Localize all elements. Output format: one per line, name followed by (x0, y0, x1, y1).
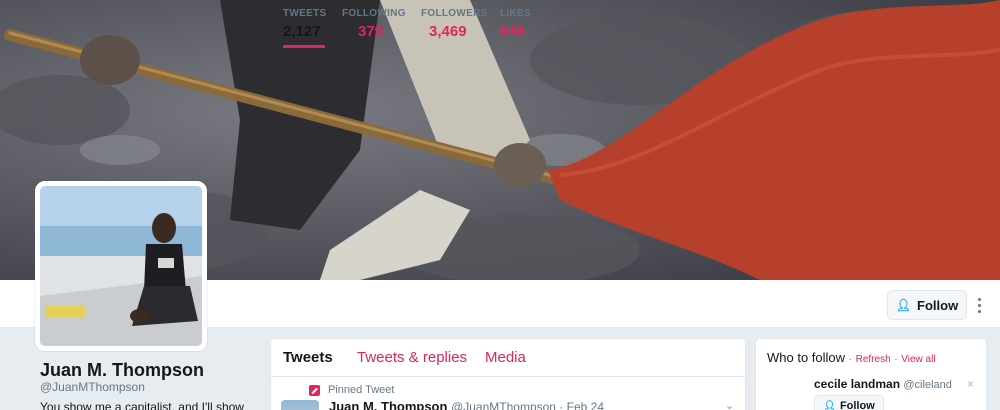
profile-name[interactable]: Juan M. Thompson (40, 360, 204, 381)
who-to-follow-separator-2: · (894, 354, 898, 365)
more-options-icon[interactable] (972, 292, 986, 318)
stat-likes[interactable]: LIKES 648 (500, 8, 531, 48)
stat-tweets-value: 2,127 (283, 23, 321, 40)
follow-person-icon: 👤︎ (823, 400, 836, 410)
tab-tweets-replies[interactable]: Tweets & replies (357, 349, 467, 366)
tab-tweets[interactable]: Tweets (283, 349, 333, 366)
stat-following[interactable]: FOLLOWING 379 (342, 8, 406, 48)
tweet-author-avatar[interactable] (281, 400, 319, 410)
refresh-link[interactable]: Refresh (856, 354, 891, 365)
stat-likes-value: 648 (500, 23, 526, 40)
who-to-follow-separator: · (848, 354, 853, 365)
tweets-tabs: Tweets Tweets & replies Media (271, 339, 745, 377)
follow-button[interactable]: 👤︎ Follow (887, 290, 967, 320)
view-all-link[interactable]: View all (901, 354, 935, 365)
stat-tweets-label: TWEETS (283, 8, 327, 19)
follow-button-label: Follow (917, 297, 959, 313)
tweet-author-handle-date[interactable]: @JuanMThompson · Feb 24 (451, 400, 604, 410)
stat-tweets[interactable]: TWEETS 2,127 (283, 8, 327, 48)
stat-following-label: FOLLOWING (342, 8, 406, 19)
suggestion-name[interactable]: cecile landman (814, 377, 900, 391)
who-to-follow-title: Who to follow (767, 350, 846, 365)
tweets-panel: Tweets Tweets & replies Media Pinned Twe… (270, 338, 746, 410)
pinned-text: Pinned Tweet (328, 384, 395, 396)
suggestion-follow-button[interactable]: 👤︎ Follow (814, 395, 884, 410)
stat-followers[interactable]: FOLLOWERS 3,469 (421, 8, 488, 48)
suggestion-avatar[interactable] (767, 380, 815, 410)
tweet-author-name[interactable]: Juan M. Thompson (329, 399, 447, 410)
chevron-down-icon[interactable]: ⌄ (725, 399, 734, 410)
tab-media[interactable]: Media (485, 349, 526, 366)
suggestion-follow-label: Follow (839, 400, 875, 410)
follow-person-icon: 👤︎ (895, 298, 912, 312)
close-icon[interactable]: × (967, 377, 974, 391)
who-to-follow-header: Who to follow · Refresh · View all (767, 350, 936, 365)
stat-following-value: 379 (358, 23, 384, 40)
profile-avatar[interactable] (35, 181, 207, 351)
suggestion-handle[interactable]: @cileland (903, 379, 951, 391)
profile-bio: You show me a capitalist, and I'll show (40, 400, 244, 410)
stat-followers-label: FOLLOWERS (421, 8, 488, 19)
tweet-header: Juan M. Thompson @JuanMThompson · Feb 24 (329, 399, 604, 410)
pin-icon (309, 384, 320, 396)
stat-likes-label: LIKES (500, 8, 531, 19)
stat-followers-value: 3,469 (429, 23, 467, 40)
profile-handle[interactable]: @JuanMThompson (40, 380, 145, 394)
suggestion-name-row: cecile landman @cileland (814, 377, 952, 391)
who-to-follow-panel: Who to follow · Refresh · View all cecil… (755, 338, 987, 410)
pinned-tweet-label: Pinned Tweet (309, 384, 394, 396)
